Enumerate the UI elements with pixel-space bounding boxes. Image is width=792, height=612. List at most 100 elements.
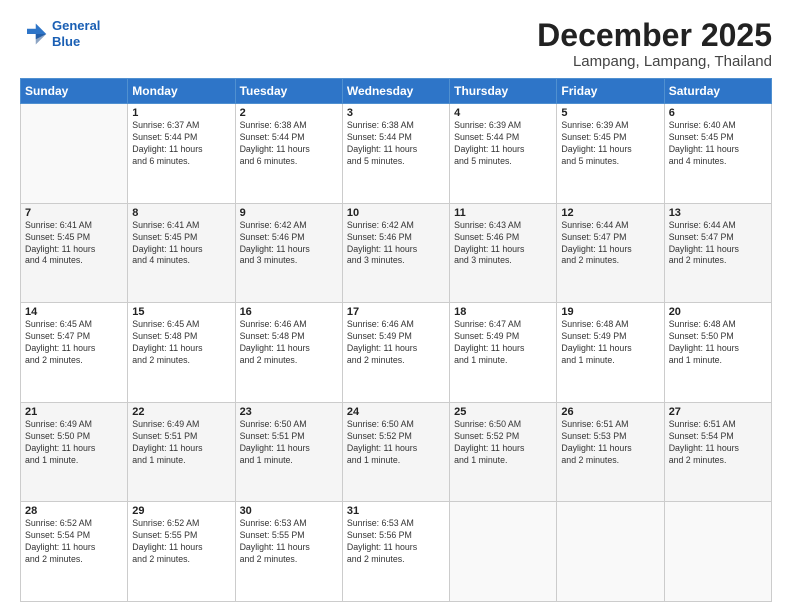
table-row: 13Sunrise: 6:44 AMSunset: 5:47 PMDayligh… bbox=[664, 203, 771, 303]
col-monday: Monday bbox=[128, 79, 235, 104]
table-row: 1Sunrise: 6:37 AMSunset: 5:44 PMDaylight… bbox=[128, 104, 235, 204]
table-row: 14Sunrise: 6:45 AMSunset: 5:47 PMDayligh… bbox=[21, 303, 128, 403]
page: General Blue December 2025 Lampang, Lamp… bbox=[0, 0, 792, 612]
day-number: 7 bbox=[25, 207, 123, 219]
table-row: 29Sunrise: 6:52 AMSunset: 5:55 PMDayligh… bbox=[128, 502, 235, 602]
day-number: 15 bbox=[132, 306, 230, 318]
day-number: 3 bbox=[347, 107, 445, 119]
day-info: Sunrise: 6:50 AMSunset: 5:52 PMDaylight:… bbox=[454, 419, 552, 467]
day-number: 18 bbox=[454, 306, 552, 318]
day-info: Sunrise: 6:49 AMSunset: 5:51 PMDaylight:… bbox=[132, 419, 230, 467]
day-number: 28 bbox=[25, 505, 123, 517]
day-number: 21 bbox=[25, 406, 123, 418]
calendar-table: Sunday Monday Tuesday Wednesday Thursday… bbox=[20, 78, 772, 602]
day-number: 12 bbox=[561, 207, 659, 219]
day-info: Sunrise: 6:49 AMSunset: 5:50 PMDaylight:… bbox=[25, 419, 123, 467]
col-tuesday: Tuesday bbox=[235, 79, 342, 104]
day-number: 9 bbox=[240, 207, 338, 219]
logo: General Blue bbox=[20, 18, 100, 49]
day-number: 20 bbox=[669, 306, 767, 318]
day-info: Sunrise: 6:51 AMSunset: 5:53 PMDaylight:… bbox=[561, 419, 659, 467]
table-row: 8Sunrise: 6:41 AMSunset: 5:45 PMDaylight… bbox=[128, 203, 235, 303]
day-number: 13 bbox=[669, 207, 767, 219]
day-info: Sunrise: 6:41 AMSunset: 5:45 PMDaylight:… bbox=[132, 220, 230, 268]
day-info: Sunrise: 6:46 AMSunset: 5:49 PMDaylight:… bbox=[347, 319, 445, 367]
day-number: 29 bbox=[132, 505, 230, 517]
table-row bbox=[450, 502, 557, 602]
col-thursday: Thursday bbox=[450, 79, 557, 104]
day-number: 31 bbox=[347, 505, 445, 517]
day-info: Sunrise: 6:45 AMSunset: 5:47 PMDaylight:… bbox=[25, 319, 123, 367]
col-friday: Friday bbox=[557, 79, 664, 104]
day-info: Sunrise: 6:44 AMSunset: 5:47 PMDaylight:… bbox=[561, 220, 659, 268]
day-info: Sunrise: 6:48 AMSunset: 5:50 PMDaylight:… bbox=[669, 319, 767, 367]
day-number: 27 bbox=[669, 406, 767, 418]
table-row: 28Sunrise: 6:52 AMSunset: 5:54 PMDayligh… bbox=[21, 502, 128, 602]
table-row: 23Sunrise: 6:50 AMSunset: 5:51 PMDayligh… bbox=[235, 402, 342, 502]
day-info: Sunrise: 6:38 AMSunset: 5:44 PMDaylight:… bbox=[240, 120, 338, 168]
day-number: 1 bbox=[132, 107, 230, 119]
table-row: 21Sunrise: 6:49 AMSunset: 5:50 PMDayligh… bbox=[21, 402, 128, 502]
table-row: 30Sunrise: 6:53 AMSunset: 5:55 PMDayligh… bbox=[235, 502, 342, 602]
table-row: 16Sunrise: 6:46 AMSunset: 5:48 PMDayligh… bbox=[235, 303, 342, 403]
day-number: 8 bbox=[132, 207, 230, 219]
calendar-header-row: Sunday Monday Tuesday Wednesday Thursday… bbox=[21, 79, 772, 104]
table-row: 26Sunrise: 6:51 AMSunset: 5:53 PMDayligh… bbox=[557, 402, 664, 502]
logo-text: General Blue bbox=[52, 18, 100, 49]
col-wednesday: Wednesday bbox=[342, 79, 449, 104]
table-row: 27Sunrise: 6:51 AMSunset: 5:54 PMDayligh… bbox=[664, 402, 771, 502]
table-row: 3Sunrise: 6:38 AMSunset: 5:44 PMDaylight… bbox=[342, 104, 449, 204]
day-number: 19 bbox=[561, 306, 659, 318]
table-row: 6Sunrise: 6:40 AMSunset: 5:45 PMDaylight… bbox=[664, 104, 771, 204]
day-number: 5 bbox=[561, 107, 659, 119]
day-info: Sunrise: 6:53 AMSunset: 5:55 PMDaylight:… bbox=[240, 518, 338, 566]
table-row bbox=[557, 502, 664, 602]
day-info: Sunrise: 6:51 AMSunset: 5:54 PMDaylight:… bbox=[669, 419, 767, 467]
table-row: 10Sunrise: 6:42 AMSunset: 5:46 PMDayligh… bbox=[342, 203, 449, 303]
day-info: Sunrise: 6:42 AMSunset: 5:46 PMDaylight:… bbox=[240, 220, 338, 268]
table-row: 24Sunrise: 6:50 AMSunset: 5:52 PMDayligh… bbox=[342, 402, 449, 502]
month-title: December 2025 bbox=[537, 18, 772, 53]
title-block: December 2025 Lampang, Lampang, Thailand bbox=[537, 18, 772, 70]
table-row: 9Sunrise: 6:42 AMSunset: 5:46 PMDaylight… bbox=[235, 203, 342, 303]
day-info: Sunrise: 6:50 AMSunset: 5:51 PMDaylight:… bbox=[240, 419, 338, 467]
table-row: 18Sunrise: 6:47 AMSunset: 5:49 PMDayligh… bbox=[450, 303, 557, 403]
col-sunday: Sunday bbox=[21, 79, 128, 104]
day-info: Sunrise: 6:39 AMSunset: 5:44 PMDaylight:… bbox=[454, 120, 552, 168]
table-row: 25Sunrise: 6:50 AMSunset: 5:52 PMDayligh… bbox=[450, 402, 557, 502]
table-row: 2Sunrise: 6:38 AMSunset: 5:44 PMDaylight… bbox=[235, 104, 342, 204]
col-saturday: Saturday bbox=[664, 79, 771, 104]
day-number: 11 bbox=[454, 207, 552, 219]
day-number: 2 bbox=[240, 107, 338, 119]
day-info: Sunrise: 6:42 AMSunset: 5:46 PMDaylight:… bbox=[347, 220, 445, 268]
day-info: Sunrise: 6:39 AMSunset: 5:45 PMDaylight:… bbox=[561, 120, 659, 168]
table-row: 22Sunrise: 6:49 AMSunset: 5:51 PMDayligh… bbox=[128, 402, 235, 502]
table-row: 31Sunrise: 6:53 AMSunset: 5:56 PMDayligh… bbox=[342, 502, 449, 602]
logo-icon bbox=[20, 20, 48, 48]
table-row bbox=[21, 104, 128, 204]
day-info: Sunrise: 6:43 AMSunset: 5:46 PMDaylight:… bbox=[454, 220, 552, 268]
day-info: Sunrise: 6:48 AMSunset: 5:49 PMDaylight:… bbox=[561, 319, 659, 367]
day-number: 14 bbox=[25, 306, 123, 318]
day-info: Sunrise: 6:38 AMSunset: 5:44 PMDaylight:… bbox=[347, 120, 445, 168]
day-number: 26 bbox=[561, 406, 659, 418]
day-number: 16 bbox=[240, 306, 338, 318]
day-number: 4 bbox=[454, 107, 552, 119]
day-number: 17 bbox=[347, 306, 445, 318]
table-row: 12Sunrise: 6:44 AMSunset: 5:47 PMDayligh… bbox=[557, 203, 664, 303]
header: General Blue December 2025 Lampang, Lamp… bbox=[20, 18, 772, 70]
day-number: 25 bbox=[454, 406, 552, 418]
table-row: 17Sunrise: 6:46 AMSunset: 5:49 PMDayligh… bbox=[342, 303, 449, 403]
day-info: Sunrise: 6:47 AMSunset: 5:49 PMDaylight:… bbox=[454, 319, 552, 367]
day-info: Sunrise: 6:53 AMSunset: 5:56 PMDaylight:… bbox=[347, 518, 445, 566]
day-info: Sunrise: 6:41 AMSunset: 5:45 PMDaylight:… bbox=[25, 220, 123, 268]
day-number: 6 bbox=[669, 107, 767, 119]
table-row bbox=[664, 502, 771, 602]
day-info: Sunrise: 6:50 AMSunset: 5:52 PMDaylight:… bbox=[347, 419, 445, 467]
table-row: 19Sunrise: 6:48 AMSunset: 5:49 PMDayligh… bbox=[557, 303, 664, 403]
table-row: 20Sunrise: 6:48 AMSunset: 5:50 PMDayligh… bbox=[664, 303, 771, 403]
table-row: 11Sunrise: 6:43 AMSunset: 5:46 PMDayligh… bbox=[450, 203, 557, 303]
day-info: Sunrise: 6:37 AMSunset: 5:44 PMDaylight:… bbox=[132, 120, 230, 168]
day-number: 24 bbox=[347, 406, 445, 418]
day-info: Sunrise: 6:44 AMSunset: 5:47 PMDaylight:… bbox=[669, 220, 767, 268]
